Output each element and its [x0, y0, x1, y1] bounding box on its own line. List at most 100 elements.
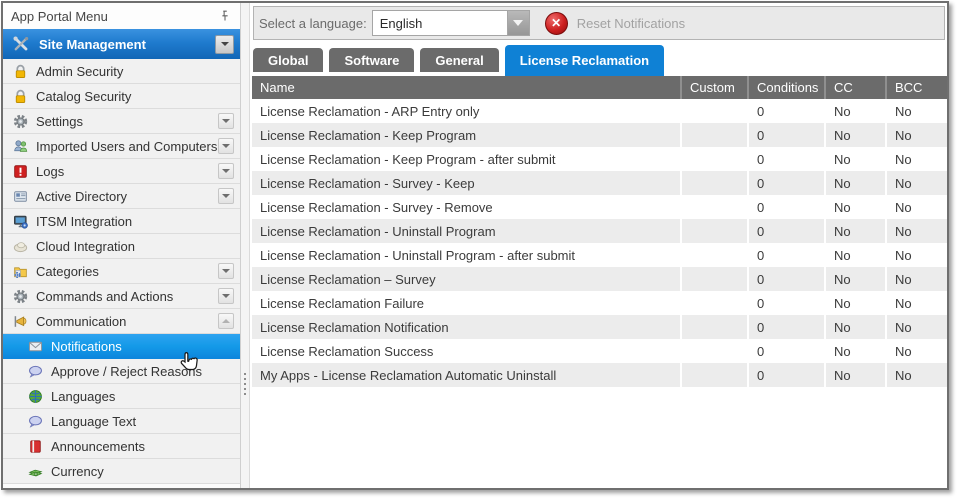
cell-name: License Reclamation Success: [252, 339, 680, 363]
cell-custom: [680, 147, 747, 171]
screenshot-stage: App Portal Menu Site Management Admin: [0, 0, 958, 499]
sidebar-item-catalog-security[interactable]: Catalog Security: [3, 84, 240, 109]
table-row[interactable]: License Reclamation - Keep Program - aft…: [252, 147, 947, 171]
monitor-gear-icon: [12, 213, 29, 230]
sidebar-item-announcements[interactable]: Announcements: [3, 434, 240, 459]
globe-icon: [27, 388, 44, 405]
expand-button[interactable]: [218, 288, 234, 304]
cell-cc: No: [824, 147, 885, 171]
speech-bubble-icon: [27, 413, 44, 430]
sidebar-item-commands-and-actions[interactable]: Commands and Actions: [3, 284, 240, 309]
table-row[interactable]: License Reclamation – Survey 0 No No: [252, 267, 947, 291]
collapse-button[interactable]: [218, 313, 234, 329]
sidebar-item-logs[interactable]: Logs: [3, 159, 240, 184]
sidebar-item-currency[interactable]: Currency: [3, 459, 240, 484]
users-icon: [12, 138, 29, 155]
sidebar-splitter[interactable]: [241, 3, 250, 488]
sidebar: App Portal Menu Site Management Admin: [3, 3, 241, 488]
tab-global[interactable]: Global: [253, 48, 323, 72]
cell-bcc: No: [885, 291, 947, 315]
gear-icon: [12, 113, 29, 130]
sidebar-item-itsm-integration[interactable]: ITSM Integration: [3, 209, 240, 234]
cell-conditions: 0: [747, 315, 824, 339]
table-row[interactable]: License Reclamation Success 0 No No: [252, 339, 947, 363]
table-row[interactable]: License Reclamation - Survey - Keep 0 No…: [252, 171, 947, 195]
sidebar-item-cloud-integration[interactable]: Cloud Integration: [3, 234, 240, 259]
sidebar-item-settings[interactable]: Settings: [3, 109, 240, 134]
sidebar-item-label: Communication: [36, 314, 218, 329]
tools-icon: [11, 34, 31, 54]
expand-button[interactable]: [218, 138, 234, 154]
cell-name: License Reclamation - Uninstall Program …: [252, 243, 680, 267]
cell-name: License Reclamation - Survey - Remove: [252, 195, 680, 219]
table-row[interactable]: License Reclamation Failure 0 No No: [252, 291, 947, 315]
sidebar-item-admin-security[interactable]: Admin Security: [3, 59, 240, 84]
cell-cc: No: [824, 219, 885, 243]
cell-custom: [680, 291, 747, 315]
table-row[interactable]: License Reclamation Notification 0 No No: [252, 315, 947, 339]
sidebar-item-imported-users-and-computers[interactable]: Imported Users and Computers: [3, 134, 240, 159]
table-row[interactable]: License Reclamation - Keep Program 0 No …: [252, 123, 947, 147]
sidebar-section-site-management[interactable]: Site Management: [3, 29, 240, 59]
megaphone-icon: [12, 313, 29, 330]
sidebar-item-active-directory[interactable]: Active Directory: [3, 184, 240, 209]
sidebar-item-communication[interactable]: Communication: [3, 309, 240, 334]
cell-custom: [680, 219, 747, 243]
section-collapse-button[interactable]: [215, 35, 234, 54]
sidebar-title: App Portal Menu: [11, 9, 218, 24]
pin-icon[interactable]: [218, 9, 232, 23]
sidebar-item-categories[interactable]: Categories: [3, 259, 240, 284]
cell-bcc: No: [885, 123, 947, 147]
cell-conditions: 0: [747, 243, 824, 267]
reset-notifications-button[interactable]: ✕: [545, 12, 568, 35]
language-select-dropdown-button[interactable]: [507, 11, 529, 35]
sidebar-item-label: Settings: [36, 114, 218, 129]
table-row[interactable]: My Apps - License Reclamation Automatic …: [252, 363, 947, 387]
cell-bcc: No: [885, 171, 947, 195]
notification-tabs: Global Software General License Reclamat…: [250, 45, 947, 76]
sidebar-item-label: Cloud Integration: [36, 239, 240, 254]
cell-name: License Reclamation - Survey - Keep: [252, 171, 680, 195]
sidebar-filler: [3, 484, 240, 488]
tab-license-reclamation[interactable]: License Reclamation: [505, 45, 664, 76]
cell-name: License Reclamation - ARP Entry only: [252, 99, 680, 123]
expand-button[interactable]: [218, 113, 234, 129]
sidebar-item-approve-reject-reasons[interactable]: Approve / Reject Reasons: [3, 359, 240, 384]
tab-general[interactable]: General: [420, 48, 498, 72]
sidebar-item-language-text[interactable]: Language Text: [3, 409, 240, 434]
sidebar-item-label: Announcements: [51, 439, 240, 454]
lock-icon: [12, 63, 29, 80]
sidebar-item-label: Active Directory: [36, 189, 218, 204]
language-select[interactable]: English: [372, 10, 530, 36]
sidebar-item-label: Languages: [51, 389, 240, 404]
column-header-cc[interactable]: CC: [824, 76, 885, 99]
cell-cc: No: [824, 99, 885, 123]
table-row[interactable]: License Reclamation - Survey - Remove 0 …: [252, 195, 947, 219]
column-header-bcc[interactable]: BCC: [885, 76, 947, 99]
splitter-grip-icon: [244, 373, 246, 395]
tab-software[interactable]: Software: [329, 48, 414, 72]
folder-gear-icon: [12, 263, 29, 280]
cell-bcc: No: [885, 339, 947, 363]
column-header-name[interactable]: Name: [252, 76, 680, 99]
expand-button[interactable]: [218, 188, 234, 204]
table-row[interactable]: License Reclamation - Uninstall Program …: [252, 219, 947, 243]
lock-icon: [12, 88, 29, 105]
cell-name: License Reclamation - Keep Program: [252, 123, 680, 147]
table-row[interactable]: License Reclamation - ARP Entry only 0 N…: [252, 99, 947, 123]
sidebar-item-notifications[interactable]: Notifications: [3, 334, 240, 359]
cell-cc: No: [824, 363, 885, 387]
sidebar-item-languages[interactable]: Languages: [3, 384, 240, 409]
sidebar-item-label: Currency: [51, 464, 240, 479]
sidebar-item-label: Imported Users and Computers: [36, 139, 218, 154]
chevron-down-icon: [222, 119, 230, 123]
column-header-custom[interactable]: Custom: [680, 76, 747, 99]
expand-button[interactable]: [218, 263, 234, 279]
expand-button[interactable]: [218, 163, 234, 179]
notifications-table: Name Custom Conditions CC BCC License Re…: [252, 76, 947, 387]
x-icon: ✕: [551, 16, 561, 30]
table-row[interactable]: License Reclamation - Uninstall Program …: [252, 243, 947, 267]
chevron-up-icon: [222, 319, 230, 323]
chevron-down-icon: [513, 20, 523, 26]
column-header-conditions[interactable]: Conditions: [747, 76, 824, 99]
